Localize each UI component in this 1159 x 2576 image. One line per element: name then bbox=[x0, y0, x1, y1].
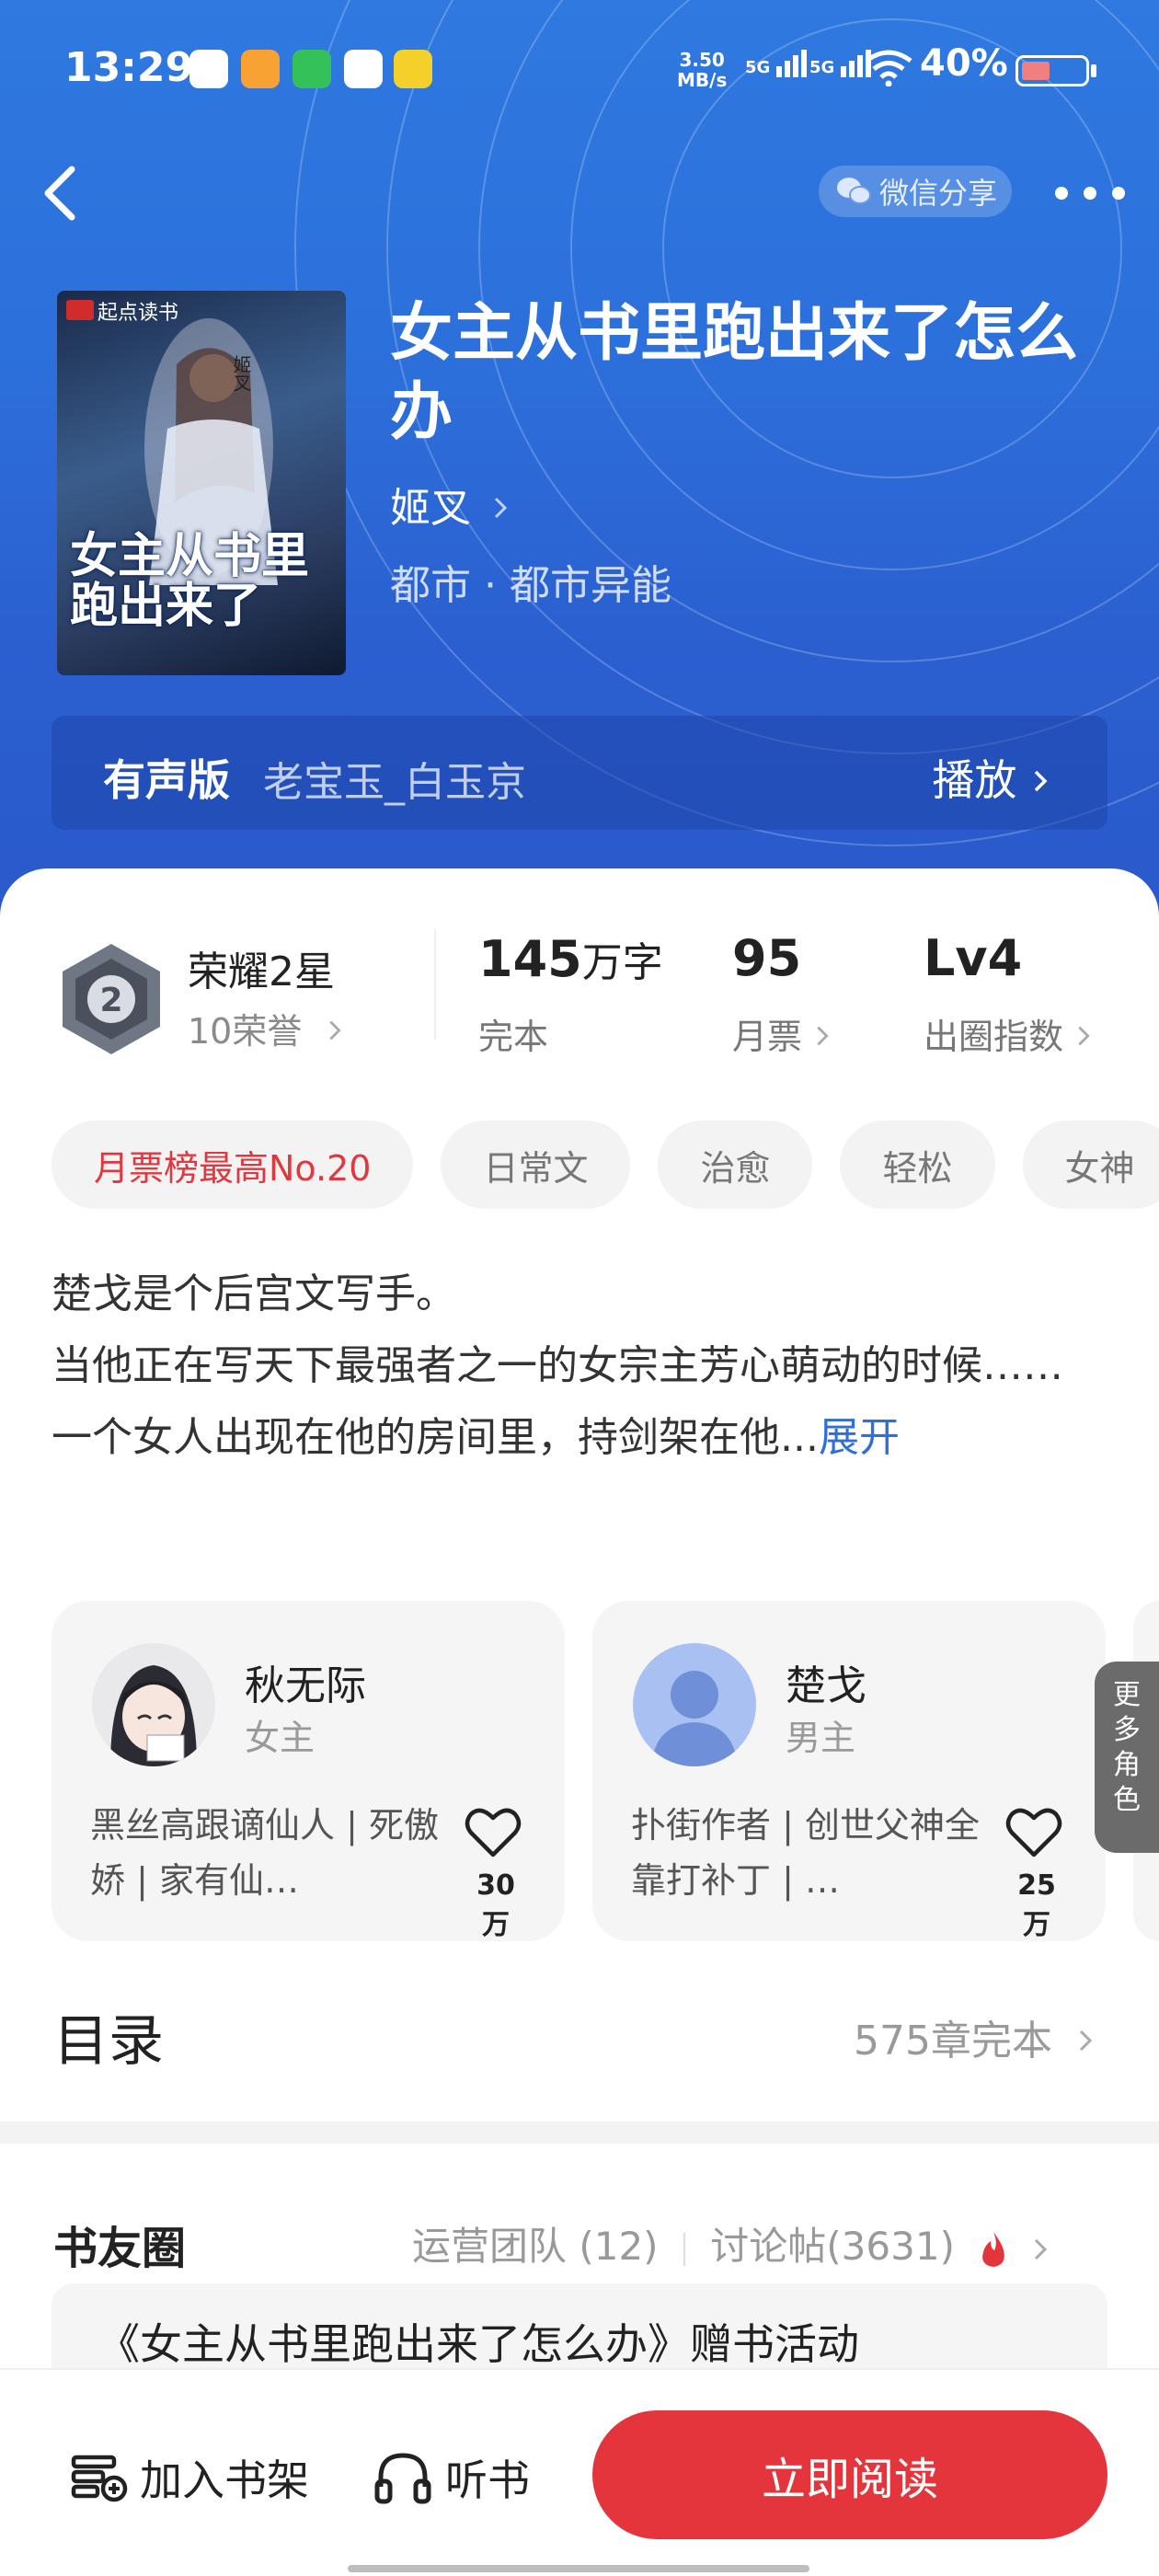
more-characters-button[interactable]: 更多角色 bbox=[1095, 1662, 1159, 1853]
chevron-right-icon bbox=[1078, 1026, 1090, 1046]
wechat-notification-icon bbox=[293, 50, 331, 88]
book-circle-meta[interactable]: 运营团队 (12) 讨论帖(3631) bbox=[412, 2215, 1050, 2271]
monthly-votes-count: 95 bbox=[732, 929, 802, 987]
tag-list: 月票榜最高No.20 日常文 治愈 轻松 女神 bbox=[52, 1121, 1159, 1213]
wechat-share-button[interactable]: 微信分享 bbox=[819, 166, 1012, 217]
tag-chip[interactable]: 日常文 bbox=[441, 1121, 631, 1209]
home-indicator bbox=[348, 2565, 809, 2572]
battery-icon bbox=[1016, 55, 1089, 86]
signal-icon: 5G bbox=[745, 48, 808, 77]
discussion-count[interactable]: 讨论帖(3631) bbox=[710, 2224, 955, 2269]
character-card[interactable]: 秋无际 女主 黑丝高跟谪仙人 | 死傲娇 | 家有仙… 30万 bbox=[52, 1601, 565, 1941]
character-avatar bbox=[633, 1643, 756, 1766]
book-cover[interactable]: 起点读书 姬叉 女主从书里跑出来了 bbox=[57, 291, 346, 675]
like-count: 30万 bbox=[476, 1869, 515, 1941]
wifi-icon bbox=[865, 50, 912, 86]
book-title: 女主从书里跑出来了怎么办 bbox=[390, 297, 1079, 449]
app-notification-icon bbox=[189, 50, 228, 88]
honor-badge-icon[interactable]: 2 bbox=[52, 938, 171, 1058]
circle-index-level: Lv4 bbox=[924, 929, 1023, 987]
tag-chip[interactable]: 女神 bbox=[1022, 1121, 1159, 1209]
honor-points-link[interactable]: 10荣誉 bbox=[188, 1003, 344, 1053]
read-now-button[interactable]: 立即阅读 bbox=[592, 2410, 1107, 2539]
chevron-right-icon bbox=[1034, 2238, 1047, 2260]
audio-narrator: 老宝玉_白玉京 bbox=[263, 759, 526, 806]
divider bbox=[434, 929, 436, 1040]
character-tags: 扑街作者 | 创世父神全靠打补丁 | … bbox=[631, 1805, 980, 1901]
audio-label: 有声版 bbox=[103, 755, 230, 805]
book-genre[interactable]: 都市 · 都市异能 bbox=[390, 552, 671, 611]
status-bar: 13:29 3.50 MB/s 5G 5G 40% bbox=[0, 37, 1159, 110]
character-card[interactable]: 楚戈 男主 扑街作者 | 创世父神全靠打补丁 | … 25万 bbox=[592, 1601, 1106, 1941]
circle-index-link[interactable]: 出圈指数 bbox=[924, 1008, 1093, 1059]
expand-link[interactable]: 展开 bbox=[819, 1414, 900, 1461]
add-to-shelf-button[interactable]: 加入书架 bbox=[70, 2447, 309, 2508]
add-shelf-icon bbox=[71, 2455, 128, 2502]
chevron-right-icon bbox=[494, 497, 508, 519]
section-divider bbox=[0, 2122, 1159, 2144]
app-notification-icon bbox=[241, 50, 280, 88]
character-name: 秋无际 bbox=[245, 1662, 366, 1709]
clock: 13:29 bbox=[64, 44, 194, 91]
chevron-right-icon bbox=[1079, 2030, 1093, 2052]
headphones-icon bbox=[374, 2453, 431, 2504]
fire-icon bbox=[982, 2231, 1005, 2267]
wechat-icon bbox=[837, 178, 871, 204]
play-button[interactable]: 播放 bbox=[932, 747, 1050, 808]
audio-version-bar[interactable]: 有声版 老宝玉_白玉京 播放 bbox=[52, 716, 1107, 830]
back-icon[interactable] bbox=[33, 156, 88, 230]
character-tags: 黑丝高跟谪仙人 | 死傲娇 | 家有仙… bbox=[90, 1805, 439, 1901]
bottom-action-bar: 加入书架 听书 立即阅读 bbox=[0, 2368, 1159, 2576]
tag-chip[interactable]: 月票榜最高No.20 bbox=[52, 1121, 414, 1209]
ops-team-count[interactable]: 运营团队 (12) bbox=[412, 2224, 659, 2269]
monthly-votes-link[interactable]: 月票 bbox=[732, 1008, 832, 1059]
toc-title[interactable]: 目录 bbox=[53, 1996, 164, 2076]
app-notification-icon bbox=[344, 50, 383, 88]
heart-icon[interactable] bbox=[464, 1805, 522, 1860]
book-description[interactable]: 楚戈是个后宫文写手。 当他正在写天下最强者之一的女宗主芳心萌动的时候…… 一个女… bbox=[52, 1259, 1119, 1474]
toc-summary-link[interactable]: 575章完本 bbox=[854, 2007, 1095, 2066]
character-avatar bbox=[92, 1643, 215, 1766]
character-role: 男主 bbox=[786, 1718, 856, 1758]
book-circle-title[interactable]: 书友圈 bbox=[53, 2212, 186, 2276]
completion-status: 完本 bbox=[478, 1017, 549, 1057]
author-link[interactable]: 姬叉 bbox=[390, 475, 510, 534]
tag-chip[interactable]: 轻松 bbox=[840, 1121, 995, 1209]
network-speed: 3.50 MB/s bbox=[677, 49, 728, 91]
like-count: 25万 bbox=[1017, 1869, 1056, 1941]
chevron-right-icon bbox=[329, 1020, 342, 1041]
signal-icon: 5G bbox=[809, 48, 872, 77]
listen-button[interactable]: 听书 bbox=[373, 2447, 530, 2508]
svg-text:2: 2 bbox=[99, 982, 122, 1019]
app-notification-icon bbox=[394, 50, 432, 88]
more-menu-icon[interactable] bbox=[1049, 175, 1131, 212]
word-count: 145万字 bbox=[478, 930, 663, 988]
character-name: 楚戈 bbox=[786, 1662, 866, 1709]
battery-percent: 40% bbox=[920, 42, 1008, 85]
chevron-right-icon bbox=[817, 1026, 829, 1046]
heart-icon[interactable] bbox=[1004, 1805, 1063, 1860]
chevron-right-icon bbox=[1034, 770, 1048, 792]
tag-chip[interactable]: 治愈 bbox=[658, 1121, 813, 1209]
honor-level: 荣耀2星 bbox=[188, 949, 335, 995]
character-role: 女主 bbox=[245, 1718, 316, 1758]
